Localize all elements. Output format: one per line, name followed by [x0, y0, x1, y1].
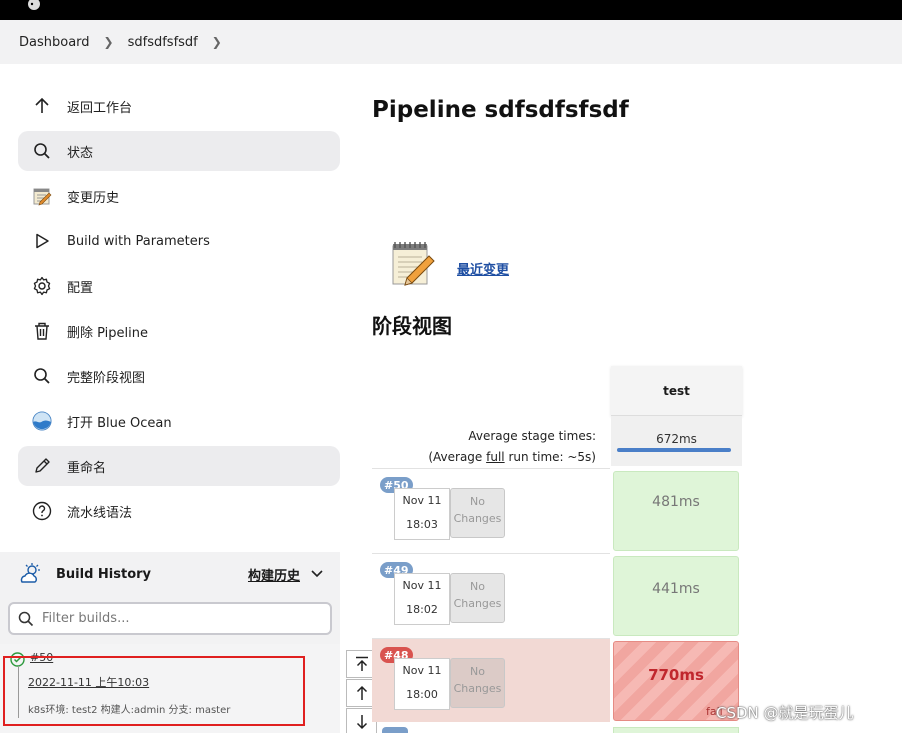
sidebar: 返回工作台 状态 变更历史 Build with Parameters 配置 删…	[18, 86, 340, 536]
search-icon	[18, 611, 34, 626]
build-history-toggle[interactable]: 构建历史	[248, 565, 324, 584]
sidebar-item-label: 删除 Pipeline	[67, 325, 149, 341]
watermark-text: CSDN @就是玩蛋儿	[716, 704, 854, 722]
top-bar	[0, 0, 902, 20]
run-row-48[interactable]: #48 Nov 11 18:00 No Changes	[372, 638, 610, 722]
sidebar-item-delete[interactable]: 删除 Pipeline	[18, 311, 340, 351]
run-date: Nov 11 18:02	[394, 573, 450, 625]
search-icon	[32, 141, 52, 161]
run-date-day: Nov 11	[402, 664, 442, 677]
avg-full-prefix: (Average	[428, 450, 487, 464]
run-changes-line1: No	[470, 495, 485, 508]
chevron-right-icon[interactable]: ❯	[212, 35, 222, 49]
run-changes[interactable]: No Changes	[450, 573, 505, 623]
breadcrumb: Dashboard ❯ sdfsdfsfsdf ❯	[0, 20, 902, 64]
notepad-icon	[392, 242, 435, 286]
breadcrumb-dashboard[interactable]: Dashboard	[19, 35, 90, 50]
sidebar-item-blue-ocean[interactable]: 打开 Blue Ocean	[18, 401, 340, 441]
build-history-toggle-label: 构建历史	[247, 568, 300, 584]
sidebar-item-label: 流水线语法	[67, 505, 133, 521]
stage-cell-success[interactable]: 481ms	[613, 471, 739, 551]
avg-stage-time-cell: 672ms	[611, 416, 742, 466]
avg-full-suffix: run time: ~5s)	[504, 450, 596, 464]
run-row-49[interactable]: #49 Nov 11 18:02 No Changes	[372, 553, 610, 637]
sidebar-item-status[interactable]: 状态	[18, 131, 340, 171]
avg-time-bar	[617, 448, 731, 452]
arrow-up-icon	[32, 96, 52, 116]
next-stage-cell-edge	[613, 727, 739, 733]
run-date: Nov 11 18:03	[394, 488, 450, 540]
stage-view-title: 阶段视图	[372, 314, 452, 338]
sidebar-item-label: 打开 Blue Ocean	[67, 415, 172, 431]
sidebar-item-build-params[interactable]: Build with Parameters	[18, 221, 340, 261]
sidebar-item-label: 配置	[67, 280, 94, 296]
sidebar-item-label: 状态	[67, 145, 94, 161]
search-icon	[32, 366, 52, 386]
run-changes-line2: Changes	[453, 682, 502, 695]
blue-ocean-icon	[32, 411, 52, 431]
run-date-day: Nov 11	[402, 494, 442, 507]
run-date-time: 18:00	[406, 688, 438, 701]
arrow-to-top-icon	[355, 656, 368, 671]
sidebar-item-syntax[interactable]: 流水线语法	[18, 491, 340, 531]
play-icon	[32, 231, 52, 251]
pencil-icon	[32, 456, 52, 476]
chevron-right-icon[interactable]: ❯	[104, 35, 114, 49]
arrow-down-icon	[356, 715, 367, 730]
stage-time: 770ms	[648, 666, 704, 684]
page-title: Pipeline sdfsdfsfsdf	[372, 97, 629, 123]
sidebar-item-label: Build with Parameters	[67, 233, 210, 249]
build-history-header: Build History 构建历史	[18, 560, 324, 588]
notepad-icon	[32, 186, 52, 206]
full-run-link[interactable]: full	[486, 450, 505, 464]
sidebar-item-label: 重命名	[67, 460, 107, 476]
sidebar-item-full-stage-view[interactable]: 完整阶段视图	[18, 356, 340, 396]
recent-changes-link[interactable]: 最近变更	[457, 259, 509, 278]
run-date-day: Nov 11	[402, 579, 442, 592]
stage-header-test: test	[611, 366, 742, 416]
stage-time: 481ms	[652, 494, 700, 510]
sidebar-item-changes[interactable]: 变更历史	[18, 176, 340, 216]
arrow-up-icon	[356, 685, 367, 700]
sidebar-item-label: 返回工作台	[67, 100, 133, 116]
sidebar-item-label: 完整阶段视图	[67, 370, 146, 386]
help-icon	[32, 501, 52, 521]
weather-cloudy-icon	[20, 563, 40, 583]
avg-stage-label: Average stage times:	[468, 429, 596, 443]
sidebar-item-configure[interactable]: 配置	[18, 266, 340, 306]
jenkins-logo-icon[interactable]	[22, 0, 46, 14]
run-date-time: 18:02	[406, 603, 438, 616]
trash-icon	[32, 321, 52, 341]
filter-builds-input[interactable]	[42, 611, 312, 626]
run-row-50[interactable]: #50 Nov 11 18:03 No Changes	[372, 468, 610, 552]
average-times-label: Average stage times: (Average full run t…	[400, 426, 596, 468]
gear-icon	[32, 276, 52, 296]
run-changes-line2: Changes	[453, 512, 502, 525]
stage-time: 441ms	[652, 581, 700, 597]
chevron-down-icon	[311, 570, 323, 578]
sidebar-item-label: 变更历史	[67, 190, 120, 206]
run-changes[interactable]: No Changes	[450, 658, 505, 708]
filter-builds-field[interactable]	[8, 602, 332, 635]
run-date-time: 18:03	[406, 518, 438, 531]
run-changes-line1: No	[470, 580, 485, 593]
breadcrumb-job[interactable]: sdfsdfsfsdf	[128, 35, 198, 50]
sidebar-item-rename[interactable]: 重命名	[18, 446, 340, 486]
next-run-badge-edge	[382, 727, 408, 733]
annotation-highlight-box	[3, 656, 305, 726]
run-date: Nov 11 18:00	[394, 658, 450, 710]
run-changes-line2: Changes	[453, 597, 502, 610]
build-history-title: Build History	[56, 566, 152, 582]
avg-full-run-label: (Average full run time: ~5s)	[400, 447, 596, 468]
run-changes-line1: No	[470, 665, 485, 678]
stage-cell-success[interactable]: 441ms	[613, 556, 739, 636]
avg-stage-time: 672ms	[656, 431, 697, 446]
sidebar-item-back[interactable]: 返回工作台	[18, 86, 340, 126]
run-changes[interactable]: No Changes	[450, 488, 505, 538]
